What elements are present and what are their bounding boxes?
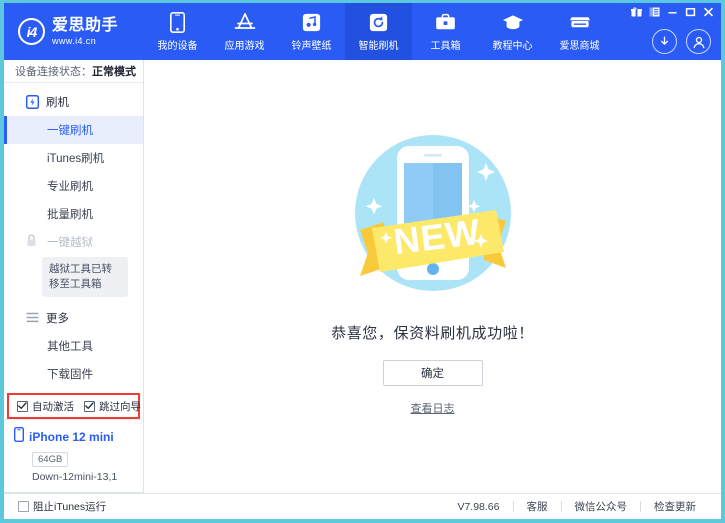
device-name: iPhone 12 mini (29, 430, 114, 444)
sidebar-item-label: iTunes刷机 (47, 150, 104, 166)
logo-name: 爱思助手 (52, 18, 118, 34)
sidebar-group-more[interactable]: 更多 (4, 303, 143, 332)
jailbreak-tooltip: 越狱工具已转移至工具箱 (42, 257, 128, 297)
nav-item-store[interactable]: 爱思商城 (546, 3, 613, 60)
menu-icon[interactable] (648, 6, 661, 17)
nav-item-apps-games[interactable]: 应用游戏 (211, 3, 278, 60)
skip-wizard-checkbox[interactable]: 跳过向导 (84, 399, 141, 414)
refresh-icon (368, 11, 390, 33)
nav-label: 工具箱 (431, 37, 461, 52)
connection-status: 设备连接状态：正常模式 (4, 60, 143, 83)
header-actions (652, 29, 711, 54)
sidebar-item-pro-flash[interactable]: 专业刷机 (4, 172, 143, 200)
success-message: 恭喜您，保资料刷机成功啦！ (331, 322, 534, 343)
sidebar-item-label: 下载固件 (47, 366, 93, 382)
logo-text: 爱思助手 www.i4.cn (52, 18, 118, 46)
sidebar: 设备连接状态：正常模式 刷机 一键刷机 iTunes刷机 专业刷机 (4, 60, 144, 493)
version-label: V7.98.66 (457, 501, 512, 513)
device-name-row: iPhone 12 mini (14, 427, 143, 447)
nav-label: 我的设备 (158, 37, 198, 52)
sidebar-item-label: 一键越狱 (47, 234, 93, 250)
flash-icon (25, 95, 39, 109)
block-itunes-checkbox[interactable]: 阻止iTunes运行 (18, 499, 106, 514)
customer-service-link[interactable]: 客服 (514, 499, 561, 514)
maximize-icon[interactable] (684, 6, 697, 17)
view-log-link[interactable]: 查看日志 (411, 400, 455, 416)
gift-icon[interactable] (630, 6, 643, 17)
main-content: NEW 恭喜您，保资料刷机成功啦！ 确定 查看日志 (144, 60, 721, 493)
sidebar-item-download-firmware[interactable]: 下载固件 (4, 360, 143, 388)
new-badge-phone-illustration: NEW (338, 118, 528, 308)
status-bar: 阻止iTunes运行 V7.98.66 客服 微信公众号 检查更新 (4, 493, 721, 519)
nav-item-toolbox[interactable]: 工具箱 (412, 3, 479, 60)
appstore-icon (234, 11, 256, 33)
sidebar-group-flash[interactable]: 刷机 (4, 87, 143, 116)
device-icon (167, 11, 189, 33)
sidebar-item-label: 批量刷机 (47, 206, 93, 222)
checkbox-box (18, 501, 29, 512)
sidebar-item-advanced-features[interactable]: 高级功能 (4, 388, 143, 393)
app-logo: i4 爱思助手 www.i4.cn (4, 3, 144, 60)
app-window: i4 爱思助手 www.i4.cn 我的设备 应用游戏 (0, 0, 725, 523)
nav-item-tutorials[interactable]: 教程中心 (479, 3, 546, 60)
checkbox-box (17, 401, 28, 412)
sidebar-item-one-key-flash[interactable]: 一键刷机 (4, 116, 143, 144)
device-info[interactable]: iPhone 12 mini 64GB Down-12mini-13,1 (4, 419, 143, 493)
sidebar-group-label: 刷机 (46, 94, 69, 110)
status-bar-left: 阻止iTunes运行 (18, 499, 106, 514)
logo-mark-icon: i4 (18, 18, 45, 45)
nav-item-smart-flash[interactable]: 智能刷机 (345, 3, 412, 60)
window-controls (630, 6, 715, 17)
device-identifier: Down-12mini-13,1 (32, 471, 143, 483)
connection-status-value: 正常模式 (92, 63, 136, 79)
sidebar-item-label: 专业刷机 (47, 178, 93, 194)
confirm-button[interactable]: 确定 (383, 360, 483, 386)
nav-label: 智能刷机 (359, 37, 399, 52)
toolbox-icon (435, 11, 457, 33)
auto-activate-checkbox[interactable]: 自动激活 (17, 399, 74, 414)
main-navigation: 我的设备 应用游戏 铃声壁纸 智能刷机 (144, 3, 613, 60)
sidebar-menu: 刷机 一键刷机 iTunes刷机 专业刷机 批量刷机 (4, 83, 143, 393)
graduation-icon (502, 11, 524, 33)
check-update-link[interactable]: 检查更新 (641, 499, 709, 514)
sidebar-options: 自动激活 跳过向导 (7, 393, 140, 419)
nav-label: 铃声壁纸 (292, 37, 332, 52)
nav-label: 教程中心 (493, 37, 533, 52)
list-icon (25, 311, 39, 325)
sidebar-item-one-key-jailbreak: 一键越狱 (4, 228, 143, 256)
logo-url: www.i4.cn (52, 37, 118, 46)
device-capacity: 64GB (32, 452, 68, 467)
nav-label: 应用游戏 (225, 37, 265, 52)
phone-icon (14, 427, 24, 447)
sidebar-item-label: 其他工具 (47, 338, 93, 354)
shop-icon (569, 11, 591, 33)
nav-label: 爱思商城 (560, 37, 600, 52)
checkbox-label: 自动激活 (32, 399, 74, 414)
sidebar-item-other-tools[interactable]: 其他工具 (4, 332, 143, 360)
lock-icon (26, 234, 37, 250)
checkbox-box (84, 401, 95, 412)
download-icon[interactable] (652, 29, 677, 54)
wechat-official-link[interactable]: 微信公众号 (562, 499, 641, 514)
user-account-icon[interactable] (686, 29, 711, 54)
app-body: 设备连接状态：正常模式 刷机 一键刷机 iTunes刷机 专业刷机 (4, 60, 721, 493)
checkbox-label: 跳过向导 (99, 399, 141, 414)
sidebar-item-itunes-flash[interactable]: iTunes刷机 (4, 144, 143, 172)
sidebar-item-label: 一键刷机 (47, 122, 93, 138)
window-inner: i4 爱思助手 www.i4.cn 我的设备 应用游戏 (4, 3, 721, 519)
close-icon[interactable] (702, 6, 715, 17)
sidebar-item-batch-flash[interactable]: 批量刷机 (4, 200, 143, 228)
sidebar-group-label: 更多 (46, 310, 69, 326)
nav-item-my-device[interactable]: 我的设备 (144, 3, 211, 60)
minimize-icon[interactable] (666, 6, 679, 17)
app-header: i4 爱思助手 www.i4.cn 我的设备 应用游戏 (4, 3, 721, 60)
status-bar-right: V7.98.66 客服 微信公众号 检查更新 (457, 499, 709, 514)
connection-status-label: 设备连接状态： (15, 63, 92, 79)
nav-item-ringtones-wallpaper[interactable]: 铃声壁纸 (278, 3, 345, 60)
music-icon (301, 11, 323, 33)
checkbox-label: 阻止iTunes运行 (33, 499, 106, 514)
